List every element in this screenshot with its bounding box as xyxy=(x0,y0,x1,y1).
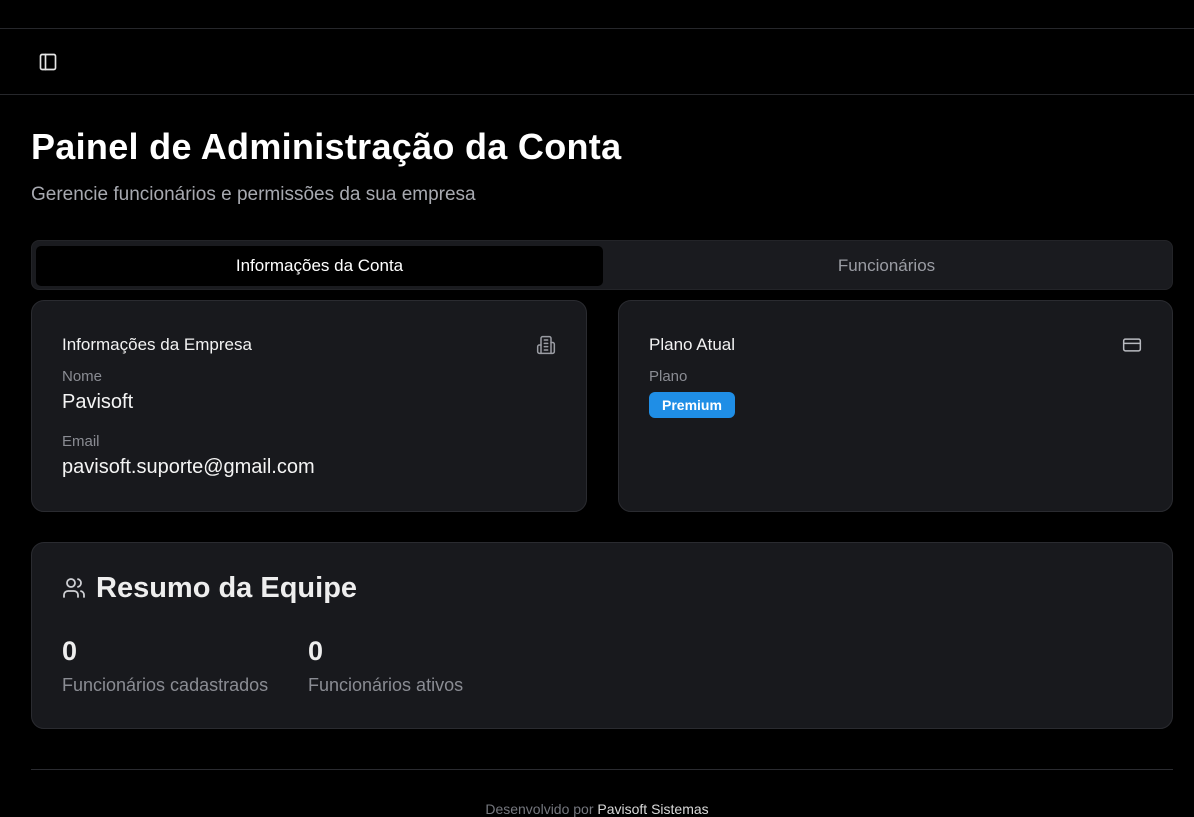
footer: Desenvolvido por Pavisoft Sistemas xyxy=(0,801,1194,817)
footer-divider xyxy=(31,769,1173,770)
company-email-value: pavisoft.suporte@gmail.com xyxy=(62,456,315,478)
stat-active-value: 0 xyxy=(308,636,324,666)
tab-account-info[interactable]: Informações da Conta xyxy=(36,246,603,286)
footer-prefix: Desenvolvido por xyxy=(485,801,594,817)
stat-registered-label: Funcionários cadastrados xyxy=(62,675,269,695)
team-summary-header: Resumo da Equipe xyxy=(62,572,357,604)
credit-card-icon xyxy=(1121,334,1143,356)
company-name-value: Pavisoft xyxy=(62,391,134,413)
tab-employees[interactable]: Funcionários xyxy=(603,246,1170,286)
tab-list: Informações da Conta Funcionários xyxy=(31,240,1173,290)
sidebar-toggle-button[interactable] xyxy=(34,48,62,76)
stat-registered: 0 Funcionários cadastrados xyxy=(62,636,268,696)
plan-label: Plano xyxy=(649,368,688,385)
company-name-label: Nome xyxy=(62,368,103,385)
top-strip xyxy=(0,0,1194,29)
plan-card: Plano Atual Plano Premium xyxy=(618,300,1173,512)
footer-brand-link[interactable]: Pavisoft Sistemas xyxy=(597,801,708,817)
company-info-card: Informações da Empresa Nome Pavisoft Ema… xyxy=(31,300,587,512)
users-icon xyxy=(63,578,85,598)
company-card-title: Informações da Empresa xyxy=(62,335,252,354)
page-subtitle: Gerencie funcionários e permissões da su… xyxy=(31,184,476,205)
page-title: Painel de Administração da Conta xyxy=(31,126,622,167)
building-icon xyxy=(535,334,557,356)
company-email-label: Email xyxy=(62,433,100,450)
stat-registered-value: 0 xyxy=(62,636,78,666)
stat-active: 0 Funcionários ativos xyxy=(308,636,463,696)
plan-badge: Premium xyxy=(649,392,735,418)
top-header xyxy=(0,29,1194,95)
plan-card-title: Plano Atual xyxy=(649,335,736,354)
team-summary-card: Resumo da Equipe 0 Funcionários cadastra… xyxy=(31,542,1173,729)
panel-left-icon xyxy=(39,53,57,71)
team-summary-title: Resumo da Equipe xyxy=(96,571,358,604)
stat-active-label: Funcionários ativos xyxy=(308,675,464,695)
